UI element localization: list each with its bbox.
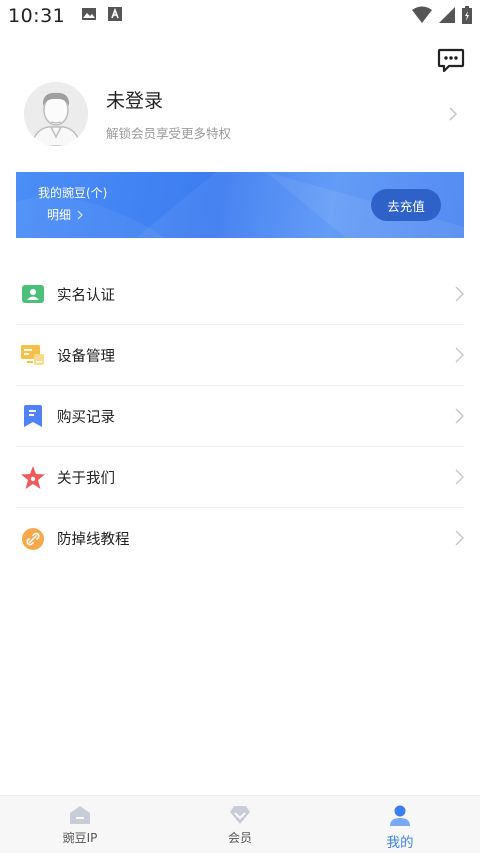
detail-link[interactable]: 明细 xyxy=(47,206,83,223)
id-card-icon xyxy=(21,282,45,306)
nav-label: 会员 xyxy=(227,831,252,845)
menu-label: 购买记录 xyxy=(57,409,115,426)
menu-item-about[interactable]: 关于我们 xyxy=(16,447,465,508)
menu-label: 防掉线教程 xyxy=(57,532,130,548)
status-time: 10:31 xyxy=(8,5,66,27)
detail-label: 明细 xyxy=(47,208,72,222)
battery-icon xyxy=(462,6,472,28)
profile-subtitle: 解锁会员享受更多特权 xyxy=(106,126,232,141)
chevron-right-icon xyxy=(455,347,465,367)
default-avatar-icon xyxy=(24,82,88,146)
home-icon xyxy=(70,806,90,824)
menu-label: 设备管理 xyxy=(57,348,115,365)
nav-label: 我的 xyxy=(386,835,414,851)
link-icon xyxy=(21,527,45,551)
status-bar: 10:31 xyxy=(0,0,480,32)
avatar[interactable] xyxy=(24,82,88,146)
recharge-button[interactable]: 去充值 xyxy=(371,189,441,221)
person-icon xyxy=(390,805,410,826)
nav-tab-membership[interactable]: 会员 xyxy=(160,796,320,853)
balance-banner: 我的豌豆(个) 明细 去充值 xyxy=(16,172,464,238)
chevron-right-icon xyxy=(455,408,465,428)
chevron-right-icon xyxy=(455,530,465,550)
message-button[interactable] xyxy=(437,48,465,74)
chevron-right-icon xyxy=(448,106,458,126)
nav-label: 豌豆IP xyxy=(62,831,98,845)
image-icon xyxy=(81,6,97,26)
menu-item-purchase-records[interactable]: 购买记录 xyxy=(16,386,465,447)
login-status[interactable]: 未登录 xyxy=(106,86,231,113)
menu-item-verification[interactable]: 实名认证 xyxy=(16,264,465,325)
wifi-icon xyxy=(412,6,432,28)
bottom-nav: 豌豆IP 会员 我的 xyxy=(0,795,480,853)
record-icon xyxy=(21,404,45,428)
diamond-icon xyxy=(230,806,250,824)
nav-tab-home[interactable]: 豌豆IP xyxy=(0,796,160,853)
menu-label: 实名认证 xyxy=(57,287,115,304)
settings-menu: 实名认证 设备管理 购买记录 关于我们 防掉线教程 xyxy=(16,264,465,569)
chevron-right-icon xyxy=(455,469,465,489)
balance-title: 我的豌豆(个) xyxy=(38,186,108,200)
font-icon xyxy=(107,6,123,26)
star-icon xyxy=(21,465,45,489)
nav-tab-mine[interactable]: 我的 xyxy=(320,796,480,853)
menu-label: 关于我们 xyxy=(57,470,115,487)
signal-icon xyxy=(438,6,456,28)
menu-item-devices[interactable]: 设备管理 xyxy=(16,325,465,386)
chevron-right-icon xyxy=(455,286,465,306)
chevron-right-icon xyxy=(77,210,83,219)
menu-item-tutorial[interactable]: 防掉线教程 xyxy=(16,508,465,569)
device-icon xyxy=(21,343,45,367)
chat-bubble-icon xyxy=(437,48,465,73)
profile-section[interactable]: 未登录 解锁会员享受更多特权 xyxy=(24,80,464,148)
